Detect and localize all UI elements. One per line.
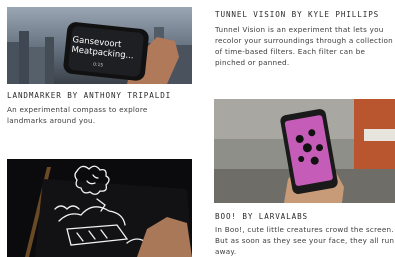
landmarker-photo: Gansevoort Meatpacking... 0:15 bbox=[7, 7, 192, 84]
phone-overlay-sub: 0:15 bbox=[92, 62, 104, 69]
landmarker-title: LANDMARKER BY ANTHONY TRIPALDI bbox=[7, 91, 172, 100]
tunnel-vision-description: Tunnel Vision is an experiment that lets… bbox=[215, 25, 393, 67]
tunnel-vision-title: TUNNEL VISION BY KYLE PHILLIPS bbox=[215, 10, 380, 19]
boo-title: BOO! BY LARVALABS bbox=[215, 212, 309, 221]
boo-photo bbox=[214, 99, 395, 203]
sketch-photo bbox=[7, 159, 192, 257]
landmarker-description: An experimental compass to explore landm… bbox=[7, 105, 148, 125]
glowing-sketch-illustration bbox=[7, 159, 192, 257]
boo-description: In Boo!, cute little creatures crowd the… bbox=[215, 225, 395, 256]
boo-phone-illustration bbox=[214, 99, 395, 203]
